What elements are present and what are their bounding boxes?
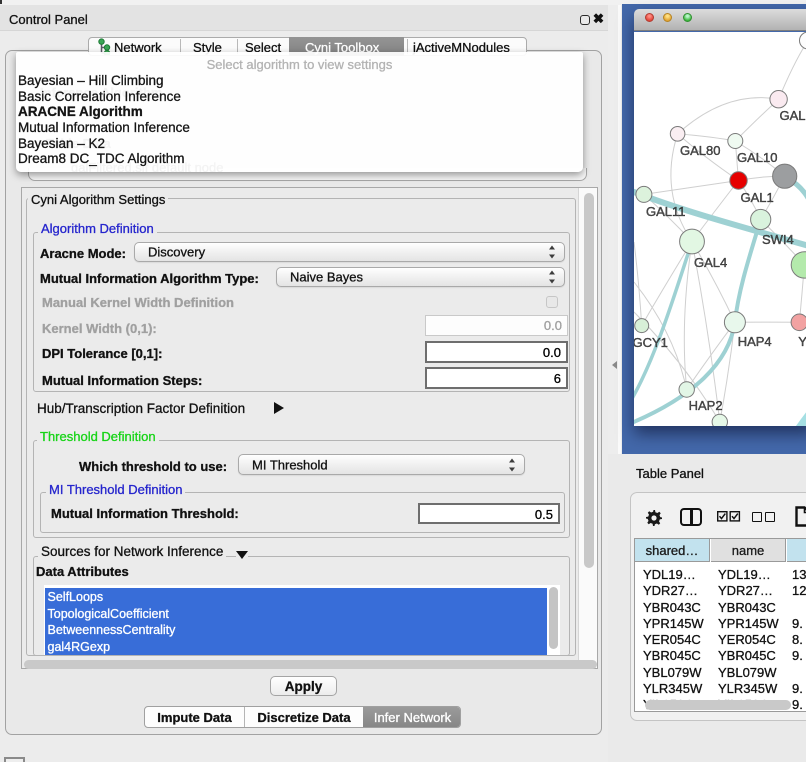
svg-text:SWI4: SWI4 <box>762 232 794 247</box>
svg-text:HAP4: HAP4 <box>738 334 772 349</box>
svg-text:GCY1: GCY1 <box>634 335 668 350</box>
svg-text:GAL80: GAL80 <box>680 143 720 158</box>
svg-text:GAL1: GAL1 <box>741 190 774 205</box>
svg-text:GAL4: GAL4 <box>694 255 727 270</box>
svg-text:GAL10: GAL10 <box>737 150 777 165</box>
svg-text:Y: Y <box>798 334 806 349</box>
svg-text:GAL2: GAL2 <box>780 108 806 123</box>
svg-text:GAL11: GAL11 <box>646 204 686 219</box>
svg-text:HAP2: HAP2 <box>689 398 723 413</box>
